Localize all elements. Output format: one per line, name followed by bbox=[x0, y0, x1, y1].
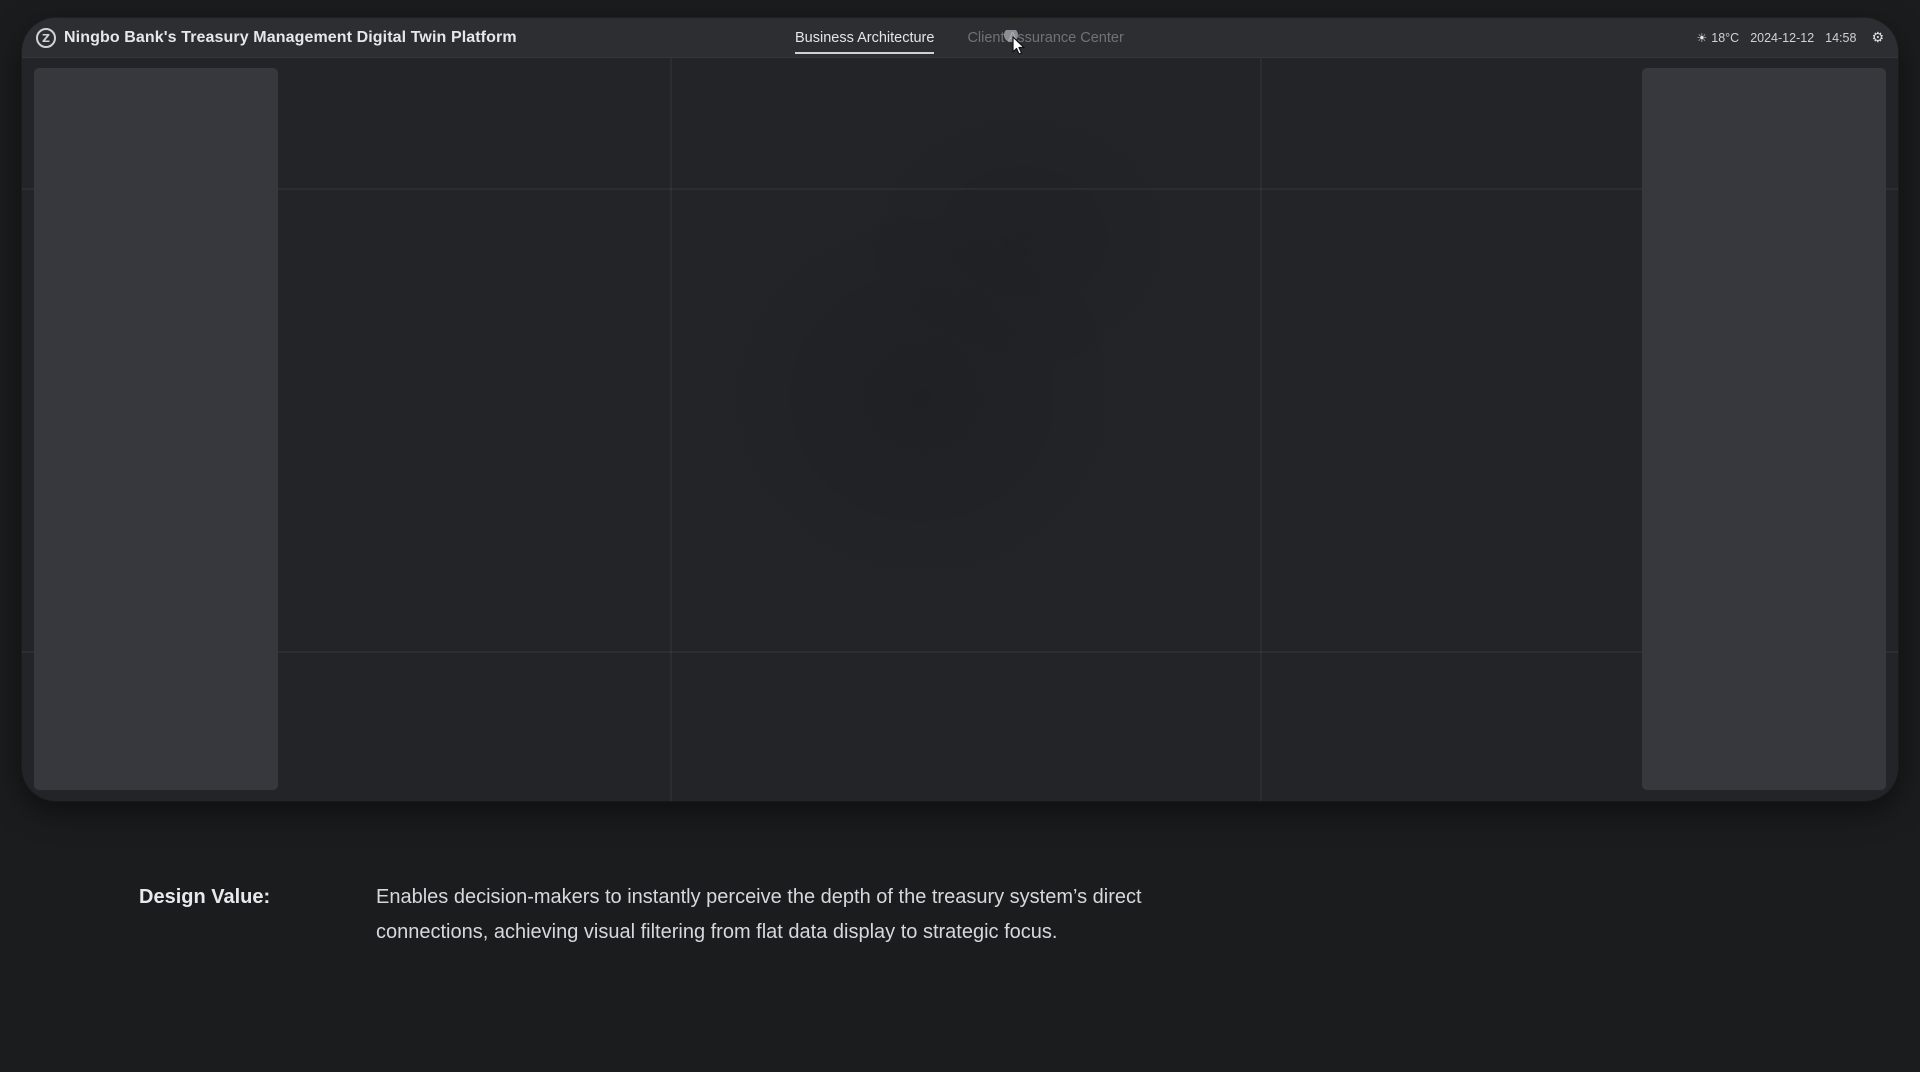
tab-label: Client Assurance Center bbox=[967, 30, 1124, 46]
top-bar: Z Ningbo Bank's Treasury Management Digi… bbox=[22, 18, 1898, 58]
grid-line bbox=[22, 651, 1898, 653]
design-value-caption: Design Value: Enables decision-makers to… bbox=[139, 880, 1216, 950]
tab-bar: Business Architecture Client Assurance C… bbox=[795, 18, 1124, 58]
caption-label: Design Value: bbox=[139, 886, 271, 908]
tab-label: Business Architecture bbox=[795, 30, 935, 46]
gear-icon[interactable]: ⚙ bbox=[1871, 30, 1884, 46]
brand: Z Ningbo Bank's Treasury Management Digi… bbox=[36, 18, 517, 58]
caption-text: Enables decision-makers to instantly per… bbox=[376, 886, 1142, 943]
temperature: 18°C bbox=[1711, 31, 1740, 45]
right-panel bbox=[1642, 68, 1886, 790]
status-area: ☀ 18°C 2024-12-12 14:58 ⚙ bbox=[1697, 18, 1885, 58]
sun-icon: ☀ bbox=[1696, 31, 1708, 45]
logo-icon: Z bbox=[36, 28, 56, 48]
grid-line bbox=[670, 58, 672, 801]
time: 14:58 bbox=[1825, 31, 1857, 45]
app-title: Ningbo Bank's Treasury Management Digita… bbox=[64, 29, 517, 46]
app-window: Z Ningbo Bank's Treasury Management Digi… bbox=[22, 18, 1898, 801]
grid-line bbox=[22, 188, 1898, 190]
date: 2024-12-12 bbox=[1750, 31, 1815, 45]
weather-readout: ☀ 18°C bbox=[1697, 31, 1740, 45]
map-canvas[interactable] bbox=[22, 58, 1898, 801]
left-panel bbox=[34, 68, 278, 790]
tab-client-assurance-center[interactable]: Client Assurance Center bbox=[967, 18, 1123, 58]
grid-line bbox=[1260, 58, 1262, 801]
tab-business-architecture[interactable]: Business Architecture bbox=[795, 18, 935, 58]
